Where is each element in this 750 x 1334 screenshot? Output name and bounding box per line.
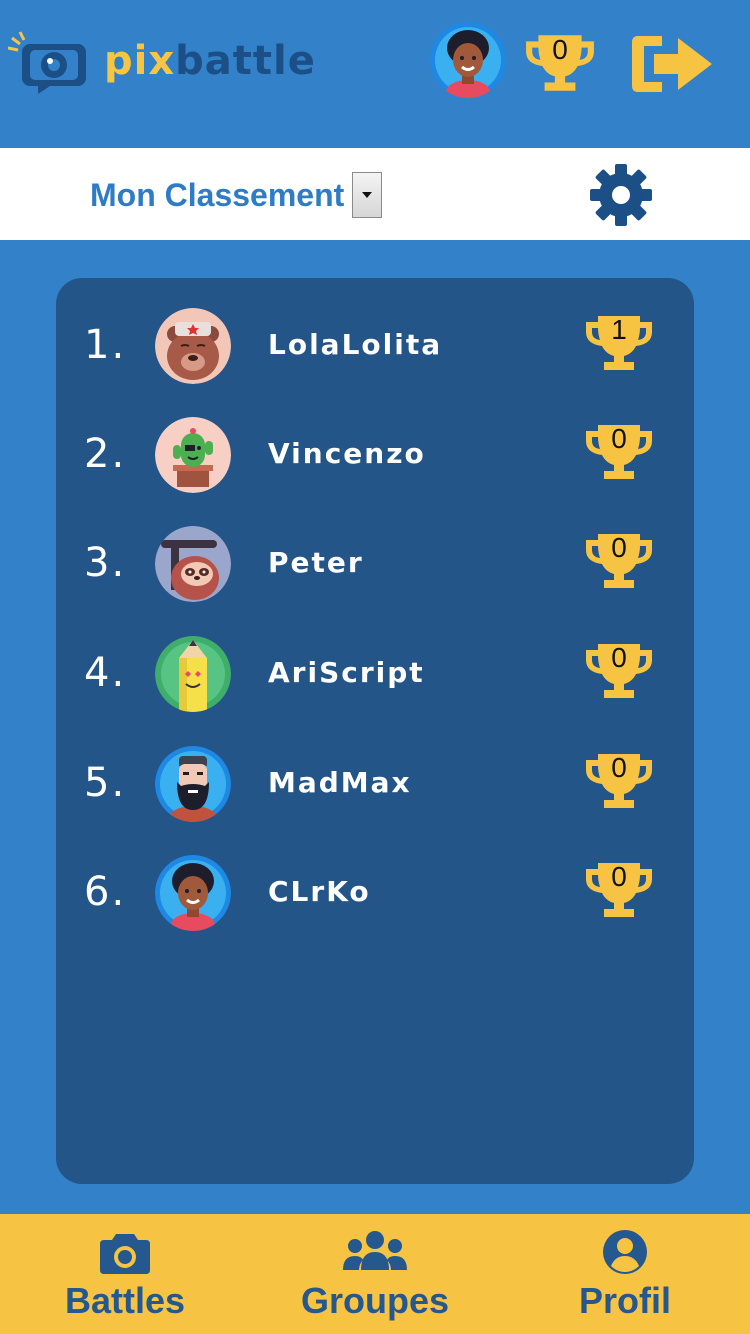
gear-icon — [590, 164, 652, 226]
row-trophy: 0 — [584, 859, 654, 921]
camera-icon — [100, 1234, 150, 1274]
sloth-avatar-icon — [155, 526, 231, 602]
trophy-count: 0 — [552, 34, 568, 65]
pixbattle-logo[interactable]: pixbattle — [8, 30, 315, 100]
nav-groupes[interactable]: Groupes — [250, 1214, 500, 1334]
trophy-count: 0 — [611, 642, 627, 673]
rank-number: 1. — [84, 322, 127, 368]
ranking-bar: Mon Classement — [0, 148, 750, 240]
row-trophy: 0 — [584, 640, 654, 702]
rank-number: 3. — [84, 540, 127, 586]
user-circle-icon — [603, 1230, 647, 1274]
camera-logo-icon — [8, 31, 86, 94]
rank-number: 2. — [84, 431, 127, 477]
logo-text-pix: pix — [104, 38, 176, 84]
username: Vincenzo — [268, 437, 426, 470]
username: CLrKo — [268, 875, 371, 908]
rank-number: 5. — [84, 760, 127, 806]
trophy-count: 1 — [611, 314, 627, 345]
header-trophy[interactable]: 0 — [524, 30, 596, 96]
settings-button[interactable] — [588, 162, 654, 228]
rank-number: 6. — [84, 869, 127, 915]
username: LolaLolita — [268, 328, 443, 361]
username: Peter — [268, 546, 364, 579]
ranking-select[interactable]: Mon Classement — [90, 170, 383, 220]
user-avatar[interactable] — [430, 22, 506, 98]
logout-arrow-icon — [632, 36, 712, 92]
pencil-avatar-icon — [155, 636, 231, 712]
row-trophy: 0 — [584, 530, 654, 592]
trophy-count: 0 — [611, 861, 627, 892]
username: AriScript — [268, 656, 425, 689]
nav-profil[interactable]: Profil — [500, 1214, 750, 1334]
nav-battles-label: Battles — [64, 1280, 186, 1321]
cactus-avatar-icon — [155, 417, 231, 493]
leaderboard-row[interactable]: 3. Peter 0 — [56, 524, 694, 604]
nav-battles[interactable]: Battles — [0, 1214, 250, 1334]
leaderboard-row[interactable]: 1. LolaLolita 1 — [56, 306, 694, 386]
leaderboard-card: 1. LolaLolita 1 2. Vincenzo 0 3. Peter 0… — [56, 278, 694, 1184]
leaderboard-row[interactable]: 4. AriScript 0 — [56, 634, 694, 714]
logout-button[interactable] — [630, 30, 714, 98]
chevron-down-icon[interactable] — [352, 172, 383, 218]
trophy-count: 0 — [611, 532, 627, 563]
bearded-man-avatar-icon — [155, 746, 231, 822]
users-group-icon — [343, 1231, 407, 1270]
leaderboard-row[interactable]: 6. CLrKo 0 — [56, 853, 694, 933]
logo-text-battle: battle — [175, 38, 316, 84]
trophy-count: 0 — [611, 423, 627, 454]
row-trophy: 0 — [584, 750, 654, 812]
afro-person-avatar-icon — [155, 855, 231, 931]
rank-number: 4. — [84, 650, 127, 696]
nav-groupes-label: Groupes — [300, 1280, 450, 1321]
afro-person-avatar-icon — [430, 22, 506, 98]
logo-text: pixbattle — [104, 38, 316, 84]
row-trophy: 0 — [584, 421, 654, 483]
app-header: pixbattle 0 — [0, 0, 750, 148]
ranking-select-label: Mon Classement — [90, 176, 345, 213]
nav-profil-label: Profil — [578, 1280, 671, 1321]
leaderboard-row[interactable]: 2. Vincenzo 0 — [56, 415, 694, 495]
bottom-nav: Battles Groupes Profil — [0, 1214, 750, 1334]
row-trophy: 1 — [584, 312, 654, 374]
trophy-count: 0 — [611, 752, 627, 783]
leaderboard-row[interactable]: 5. MadMax 0 — [56, 744, 694, 824]
bear-avatar-icon — [155, 308, 231, 384]
username: MadMax — [268, 766, 412, 799]
